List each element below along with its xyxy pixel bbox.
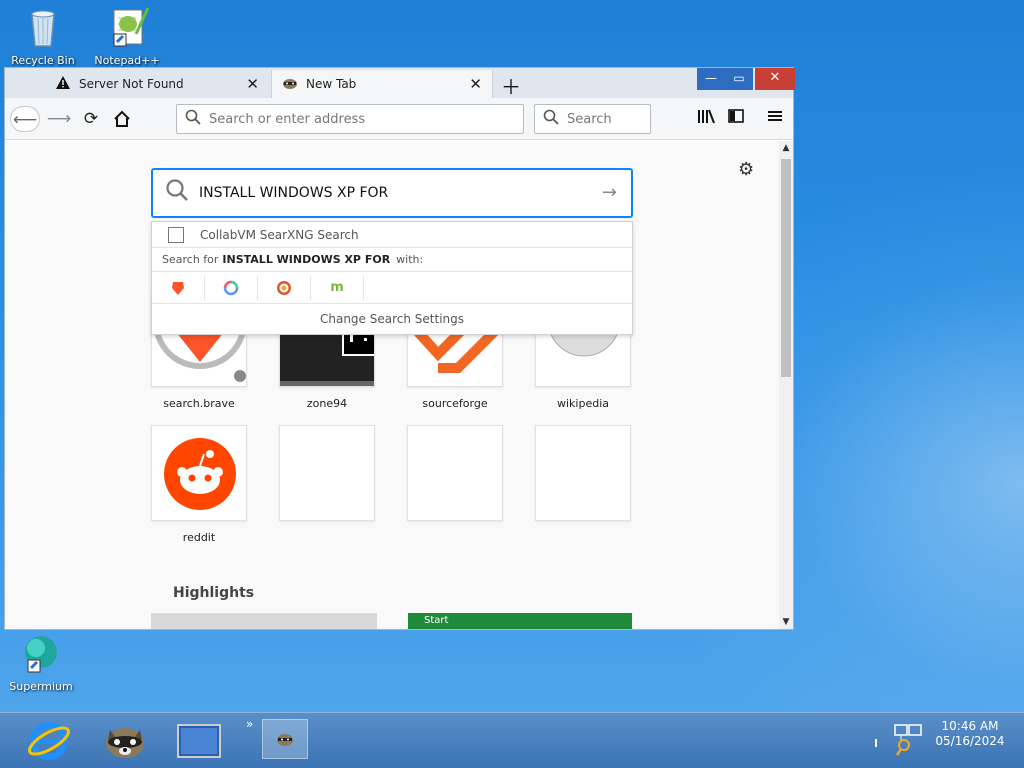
- supermium-icon: [18, 630, 64, 676]
- search-bar[interactable]: Search: [534, 104, 651, 134]
- checkbox-icon: [168, 226, 184, 243]
- reload-button[interactable]: ⟳: [77, 106, 105, 132]
- tab-title: Server Not Found: [79, 77, 184, 91]
- desktop-icon-label: Supermium: [9, 680, 73, 693]
- desktop-icon-label: Notepad++: [94, 54, 160, 67]
- duckduckgo-icon: [277, 280, 291, 295]
- search-icon: [185, 109, 201, 129]
- raccoon-icon: [106, 728, 144, 758]
- scroll-down-icon[interactable]: ▼: [779, 615, 793, 629]
- top-site-tile-empty[interactable]: [535, 425, 631, 521]
- taskbar-window-app[interactable]: [172, 719, 226, 763]
- search-engine-duckduckgo[interactable]: [258, 275, 311, 300]
- warning-icon: [55, 76, 71, 92]
- search-icon: [165, 178, 189, 208]
- search-for-query: INSTALL WINDOWS XP FOR: [222, 253, 391, 266]
- mojeek-icon: m: [330, 280, 344, 295]
- search-engine-mojeek[interactable]: m: [311, 275, 364, 300]
- search-icon: [543, 109, 559, 129]
- desktop-icon-notepadpp[interactable]: Notepad++: [90, 4, 164, 67]
- highlights-heading: Highlights: [173, 585, 255, 601]
- search-engine-list: m: [152, 272, 632, 304]
- notepadpp-icon: [104, 4, 150, 50]
- clock-date: 05/16/2024: [935, 734, 1005, 748]
- close-tab-icon[interactable]: ✕: [469, 75, 482, 93]
- taskbar-internet-explorer[interactable]: [22, 719, 76, 763]
- suggestion-text: CollabVM SearXNG Search: [200, 227, 359, 242]
- tab-server-not-found[interactable]: Server Not Found ✕: [45, 70, 269, 98]
- recycle-bin-icon: [20, 4, 66, 50]
- desktop-icon-label: Recycle Bin: [11, 54, 75, 67]
- close-window-button[interactable]: ✕: [755, 68, 795, 90]
- top-site-label: sourceforge: [422, 397, 488, 410]
- search-for-row: Search for INSTALL WINDOWS XP FOR with:: [152, 248, 632, 272]
- system-tray: [875, 723, 923, 762]
- maximize-button[interactable]: ▭: [725, 68, 753, 90]
- highlight-card[interactable]: [151, 613, 377, 629]
- arrow-right-icon[interactable]: →: [602, 182, 617, 203]
- minimize-button[interactable]: —: [697, 68, 725, 90]
- close-tab-icon[interactable]: ✕: [246, 75, 259, 93]
- new-tab-button[interactable]: ＋: [501, 71, 521, 100]
- home-button[interactable]: [108, 106, 136, 132]
- taskbar: » 10:46 AM 05/16/2024: [0, 712, 1024, 768]
- top-site-label: zone94: [306, 397, 348, 410]
- network-icon[interactable]: [875, 723, 923, 759]
- address-bar-placeholder: Search or enter address: [209, 111, 366, 127]
- tab-new-tab[interactable]: New Tab ✕: [271, 70, 493, 98]
- qwant-icon: [223, 280, 239, 295]
- menu-icon[interactable]: [768, 108, 782, 127]
- search-for-prefix: Search for: [162, 253, 219, 266]
- tab-strip: Server Not Found ✕ New Tab ✕ ＋ — ▭ ✕: [5, 68, 795, 100]
- browser-window: Server Not Found ✕ New Tab ✕ ＋ — ▭ ✕ ⟵ ⟶…: [4, 67, 795, 630]
- search-suggestions-dropdown: CollabVM SearXNG Search Search for INSTA…: [151, 221, 633, 335]
- raccoon-icon: [282, 76, 298, 93]
- search-bar-placeholder: Search: [567, 111, 612, 127]
- tab-title: New Tab: [306, 77, 357, 91]
- search-query-text: INSTALL WINDOWS XP FOR: [199, 185, 389, 201]
- top-site-tile-empty[interactable]: [279, 425, 375, 521]
- address-bar[interactable]: Search or enter address: [176, 104, 524, 134]
- sidebar-icon[interactable]: [728, 108, 744, 128]
- top-site-tile[interactable]: [151, 425, 247, 521]
- library-icon[interactable]: [697, 108, 715, 128]
- internet-explorer-icon: [28, 722, 70, 760]
- top-site-label: reddit: [182, 531, 216, 544]
- raccoon-icon: [277, 734, 293, 746]
- back-button[interactable]: ⟵: [10, 106, 40, 132]
- search-engine-brave[interactable]: [152, 275, 205, 300]
- scroll-up-icon[interactable]: ▲: [779, 141, 793, 155]
- forward-button[interactable]: ⟶: [45, 106, 73, 132]
- top-site-label: search.brave: [163, 397, 235, 410]
- highlight-card[interactable]: Start: [408, 613, 632, 629]
- taskbar-active-window[interactable]: [262, 719, 308, 759]
- taskbar-overflow-chevron-icon[interactable]: »: [246, 717, 253, 731]
- navigation-toolbar: ⟵ ⟶ ⟳ Search or enter address Search: [5, 98, 793, 140]
- window-app-icon: [177, 724, 221, 758]
- reddit-logo-icon: [164, 438, 236, 510]
- search-for-suffix: with:: [396, 253, 424, 266]
- clock-time: 10:46 AM: [941, 719, 999, 733]
- highlight-card-text: Start: [424, 615, 449, 626]
- brave-icon: [172, 281, 184, 295]
- top-site-tile-empty[interactable]: [407, 425, 503, 521]
- system-clock[interactable]: 10:46 AM 05/16/2024: [930, 719, 1010, 749]
- gear-icon[interactable]: ⚙: [738, 159, 754, 180]
- new-tab-page: ⚙ search.brave zone94 sourceforge wikipe…: [5, 141, 779, 629]
- desktop-icon-recycle-bin[interactable]: Recycle Bin: [6, 4, 80, 67]
- search-engine-qwant[interactable]: [205, 275, 258, 300]
- vertical-scrollbar[interactable]: ▲ ▼: [779, 141, 793, 629]
- change-search-settings-button[interactable]: Change Search Settings: [152, 304, 632, 334]
- desktop-icon-supermium[interactable]: Supermium: [4, 630, 78, 693]
- taskbar-firefox-raccoon[interactable]: [98, 719, 152, 763]
- suggestion-item[interactable]: CollabVM SearXNG Search: [152, 222, 632, 248]
- page-search-input[interactable]: INSTALL WINDOWS XP FOR →: [151, 168, 633, 218]
- top-site-label: wikipedia: [556, 397, 609, 410]
- scroll-thumb[interactable]: [781, 159, 791, 377]
